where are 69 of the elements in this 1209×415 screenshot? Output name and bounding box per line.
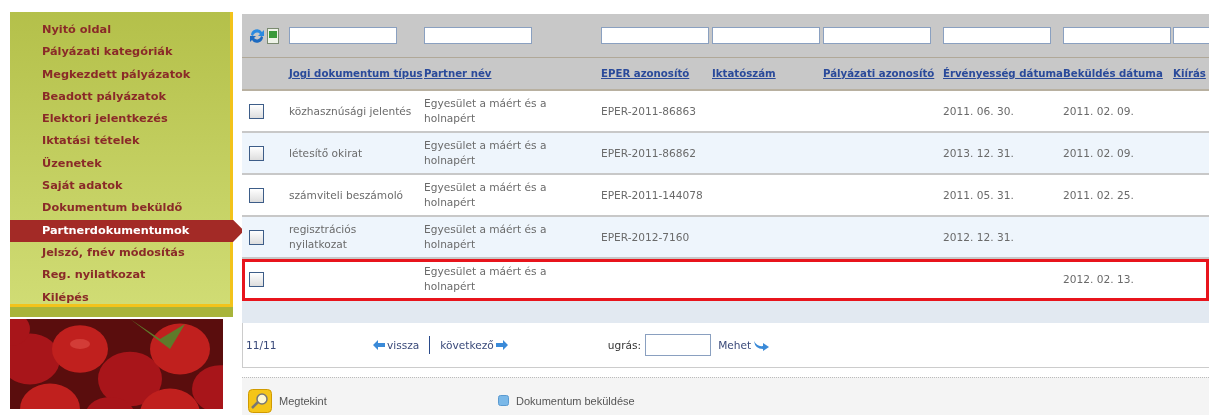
action-button[interactable]: Dokumentum beküldése — [498, 394, 798, 407]
column-header[interactable]: Érvényesség dátuma — [943, 68, 1063, 79]
sidebar-item[interactable]: Reg. nyilatkozat — [10, 264, 230, 287]
action-button[interactable]: Megtekint — [248, 388, 498, 413]
table-cell-text: számviteli beszámoló — [289, 187, 405, 203]
table-cell-text: Egyesület a máért és a holnapért — [424, 180, 548, 210]
spreadsheet-icon[interactable] — [267, 27, 279, 44]
square-icon — [498, 395, 509, 406]
sidebar-item[interactable]: Iktatási tételek — [10, 130, 230, 153]
filter-field[interactable] — [823, 27, 931, 44]
table-cell-text: EPER-2012-7160 — [601, 229, 691, 245]
filter-field[interactable] — [289, 27, 397, 44]
filter-field[interactable] — [601, 27, 709, 44]
filter-field[interactable] — [424, 27, 532, 44]
row-checkbox[interactable] — [249, 229, 264, 245]
next-link[interactable]: következő — [440, 339, 508, 351]
table-cell-text: 2013. 12. 31. — [943, 145, 1015, 161]
column-header[interactable]: EPER azonosító — [601, 68, 712, 79]
sidebar-item[interactable]: Üzenetek — [10, 152, 230, 176]
column-header[interactable]: Jogi dokumentum típus — [289, 68, 424, 79]
column-header[interactable]: Pályázati azonosító — [823, 68, 943, 79]
go-link[interactable]: Mehet — [718, 339, 770, 351]
filter-field[interactable] — [712, 27, 820, 44]
table-cell: EPER-2011-144078 — [601, 187, 703, 203]
table-cell-text: 2012. 12. 31. — [943, 229, 1015, 245]
sidebar-item[interactable]: Dokumentum beküldő — [10, 197, 230, 220]
sidebar-item[interactable]: Elektori jelentkezés — [10, 108, 230, 131]
row-checkbox[interactable] — [249, 271, 264, 287]
row-checkbox[interactable] — [249, 145, 264, 161]
sidebar-item[interactable]: Nyitó oldal — [10, 19, 230, 42]
table-cell-text: 2011. 06. 30. — [943, 103, 1015, 119]
column-header[interactable]: Beküldés dátuma — [1063, 68, 1173, 79]
row-checkbox[interactable] — [249, 187, 264, 203]
table-cell-text: 2011. 02. 09. — [1063, 103, 1135, 119]
filter-field[interactable] — [943, 27, 1051, 44]
table-cell-text: létesítő okirat — [289, 145, 364, 161]
column-header[interactable]: Iktatószám — [712, 68, 823, 79]
filter-field[interactable] — [1063, 27, 1171, 44]
table-cell-text: EPER-2011-86862 — [601, 145, 697, 161]
page-count: 11/11 — [246, 339, 278, 351]
table-cell-text: regisztrációs nyilatkozat — [289, 222, 358, 252]
sidebar-item[interactable]: Jelszó, fnév módosítás — [10, 241, 230, 265]
sidebar-item[interactable]: Beadott pályázatok — [10, 85, 230, 109]
refresh-icon[interactable] — [249, 27, 265, 44]
table-cell-text: Egyesület a máért és a holnapért — [424, 264, 548, 294]
left-arrow-icon — [373, 340, 385, 350]
sidebar-item[interactable]: Partnerdokumentumok — [10, 219, 244, 242]
column-header[interactable]: Partner név — [424, 68, 601, 79]
sidebar-item[interactable]: Kilépés — [10, 286, 230, 309]
previous-link[interactable]: vissza — [373, 339, 420, 351]
table-cell-text: Egyesület a máért és a holnapért — [424, 138, 548, 168]
row-checkbox[interactable] — [249, 103, 264, 119]
sidebar-item[interactable]: Saját adatok — [10, 175, 230, 198]
right-arrow-icon — [495, 340, 508, 350]
table-cell-text: 2012. 02. 13. — [1063, 271, 1135, 287]
table-cell-text: Egyesület a máért és a holnapért — [424, 222, 548, 252]
sidebar-item[interactable]: Megkezdett pályázatok — [10, 63, 230, 86]
table-cell-text: 2011. 05. 31. — [943, 187, 1015, 203]
magnifier-icon — [248, 388, 272, 413]
column-header[interactable]: Kiírás — [1173, 68, 1209, 79]
sidebar-item[interactable]: Pályázati kategóriák — [10, 41, 230, 64]
table-cell-text: EPER-2011-86863 — [601, 103, 697, 119]
table-cell-text: közhasznúsági jelentés — [289, 103, 413, 119]
page-field[interactable] — [645, 334, 712, 356]
jump-label: ugrás: — [607, 339, 642, 351]
table-cell-text: 2011. 02. 09. — [1063, 145, 1135, 161]
table-cell-text: 2011. 02. 25. — [1063, 187, 1135, 203]
curved-arrow-icon — [753, 339, 770, 351]
table-cell-text: Egyesület a máért és a holnapért — [424, 96, 548, 126]
